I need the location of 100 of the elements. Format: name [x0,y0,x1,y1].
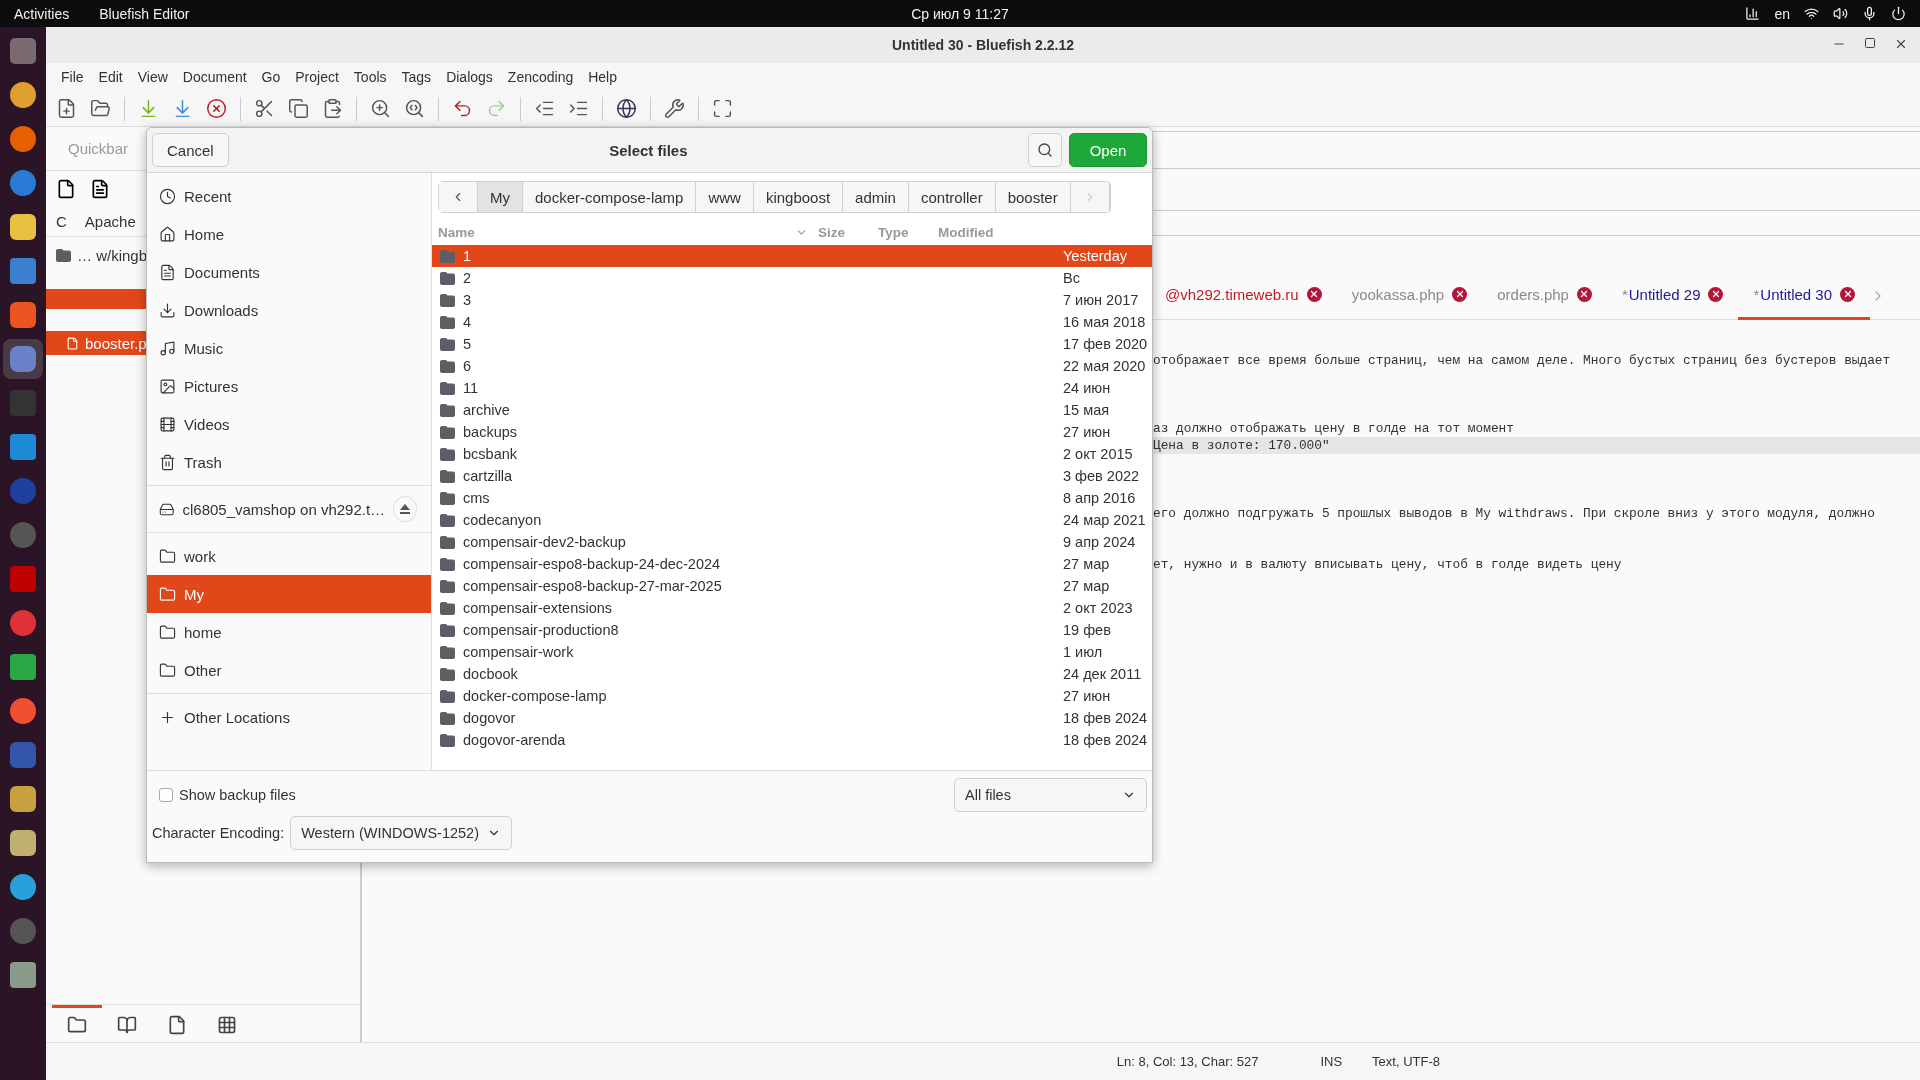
file-row[interactable]: 1 Yesterday [432,245,1152,267]
file-row[interactable]: 2 Вс [432,267,1152,289]
language-indicator[interactable]: en [1774,5,1790,22]
document-icon[interactable] [90,179,110,199]
menu-item[interactable]: File [54,67,91,87]
close-icon[interactable] [1708,286,1724,302]
file-row[interactable]: dogovor-arenda 18 фев 2024 [432,729,1152,751]
download-icon [159,301,176,319]
close-icon[interactable] [1576,286,1592,302]
clock[interactable]: Ср июл 9 11:27 [911,5,1009,22]
place-item[interactable]: work [147,537,431,575]
path-segment[interactable]: My [478,182,523,212]
signal-icon[interactable] [1745,6,1761,21]
document-tab[interactable]: *Untitled 30 [1738,271,1871,320]
file-row[interactable]: docbook 24 дек 2011 [432,663,1152,685]
file-row[interactable]: compensair-espo8-backup-27-mar-2025 27 мар [432,575,1152,597]
file-row[interactable]: 6 22 мая 2020 [432,355,1152,377]
file-row[interactable]: codecanyon 24 мар 2021 [432,509,1152,531]
modified-date: 24 мар 2021 [1063,512,1147,528]
file-row[interactable]: compensair-production8 19 фев [432,619,1152,641]
place-item[interactable]: Music [147,329,431,367]
file-name: compensair-extensions [463,600,613,616]
menu-item[interactable]: Go [254,67,288,87]
paste-icon[interactable] [322,98,343,119]
power-icon[interactable] [1891,6,1906,21]
folder-icon [440,293,455,307]
activities-button[interactable]: Activities [14,5,70,22]
fullscreen-icon[interactable] [712,98,733,119]
file-name: compensair-espo8-backup-24-dec-2024 [463,556,721,572]
document-tab[interactable]: *Untitled 29 [1606,271,1739,320]
close-icon[interactable] [1306,286,1322,302]
file-row[interactable]: 3 7 июн 2017 [432,289,1152,311]
menu-item[interactable]: Help [581,67,624,87]
find-replace-icon[interactable] [404,98,425,119]
file-row[interactable]: compensair-espo8-backup-24-dec-2024 27 мар [432,553,1152,575]
undo-icon[interactable] [452,98,473,119]
file-row[interactable]: backups 27 июн [432,421,1152,443]
file-row[interactable]: bcsbank 2 окт 2015 [432,443,1152,465]
filter-dropdown[interactable]: All files [954,778,1147,812]
file-row[interactable]: cartzilla 3 фев 2022 [432,465,1152,487]
modified-date: 7 июн 2017 [1063,292,1140,308]
app-icon [10,126,36,152]
microphone-icon[interactable] [1862,6,1877,21]
place-item[interactable]: home [147,613,431,651]
column-header[interactable]: Apache [84,213,136,230]
place-item[interactable]: Videos [147,405,431,443]
folder-icon [440,315,455,329]
scissors-icon[interactable] [254,98,275,119]
place-item[interactable]: Pictures [147,367,431,405]
place-item[interactable]: Trash [147,443,431,481]
search-button[interactable] [1028,133,1062,167]
globe-icon[interactable] [616,98,637,119]
app-icon [10,214,36,240]
column-header[interactable]: C [56,213,67,230]
menu-item[interactable]: Tags [394,67,439,87]
menu-item[interactable]: Project [288,67,346,87]
file-row[interactable]: archive 15 мая [432,399,1152,421]
place-item[interactable]: My [147,575,431,613]
folder-icon [56,248,71,262]
place-item[interactable]: Other Locations [147,698,431,736]
open-folder-icon[interactable] [90,98,111,119]
file-row[interactable]: 11 24 июн [432,377,1152,399]
menu-item[interactable]: Document [175,67,254,87]
file-row[interactable]: 4 16 мая 2018 [432,311,1152,333]
menu-item[interactable]: Zencoding [500,67,581,87]
close-icon[interactable] [1894,37,1908,51]
volume-icon[interactable] [1833,6,1848,21]
file-row[interactable]: 5 17 фев 2020 [432,333,1152,355]
encoding-dropdown[interactable]: Western (WINDOWS-1252) [290,816,512,850]
file-row[interactable]: compensair-work 1 июл [432,641,1152,663]
new-file-icon[interactable] [56,98,77,119]
place-item[interactable]: cl6805_vamshop on vh292.t… [147,490,431,528]
menu-item[interactable]: Edit [91,67,130,87]
place-item[interactable]: Recent [147,177,431,215]
menu-item[interactable]: View [130,67,175,87]
wrench-icon[interactable] [664,98,685,119]
file-row[interactable]: cms 8 апр 2016 [432,487,1152,509]
file-row[interactable]: docker-compose-lamp 27 июн [432,685,1152,707]
close-icon[interactable] [1452,286,1468,302]
search-icon[interactable] [370,98,391,119]
dock-item[interactable] [3,339,43,379]
document-tab[interactable]: @vh292.timeweb.ru [1150,271,1337,320]
maximize-icon[interactable] [1864,37,1876,49]
cancel-button[interactable]: Cancel [152,133,229,167]
checkbox[interactable] [159,788,173,802]
close-icon[interactable] [1840,286,1856,302]
close-icon[interactable] [206,98,227,119]
place-item[interactable]: Other [147,651,431,689]
file-row[interactable]: compensair-extensions 2 окт 2023 [432,597,1152,619]
modified-date: 18 фев 2024 [1063,710,1149,726]
menu-item[interactable]: Dialogs [439,67,500,87]
show-backup-checkbox[interactable]: Show backup files [152,787,296,803]
place-item[interactable]: Downloads [147,291,431,329]
file-row[interactable]: dogovor 18 фев 2024 [432,707,1152,729]
menu-item[interactable]: Tools [346,67,394,87]
copy-icon[interactable] [288,98,309,119]
app-menu[interactable]: Bluefish Editor [99,5,190,22]
wifi-icon[interactable] [1804,6,1819,21]
file-icon[interactable] [56,179,76,199]
file-row[interactable]: compensair-dev2-backup 9 апр 2024 [432,531,1152,553]
